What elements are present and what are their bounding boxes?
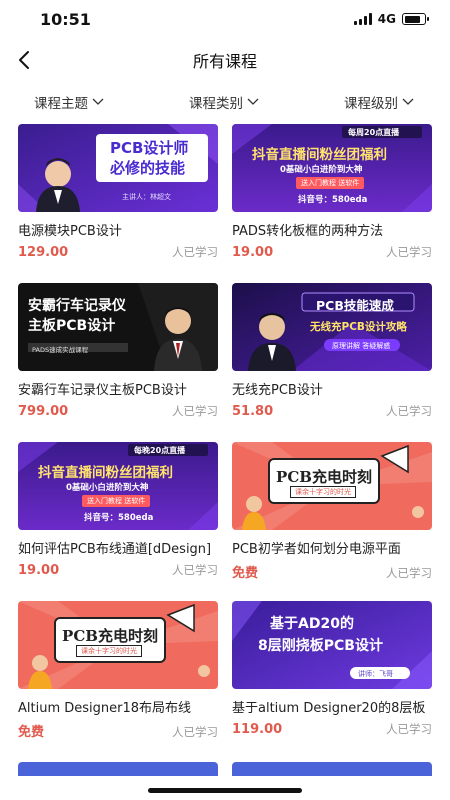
course-meta: 免费 人已学习 — [232, 562, 432, 581]
thumb-headline-2: 必修的技能 — [110, 159, 186, 177]
status-bar: 10:51 4G — [0, 0, 450, 40]
thumb-sub: 原理讲解 答疑解惑 — [332, 342, 391, 350]
course-thumbnail: PCB充电时刻 课余十字习的时光 — [18, 601, 218, 689]
course-meta: 119.00 人已学习 — [232, 721, 432, 737]
thumb-sub: 0基础小白进阶到大神 — [280, 165, 363, 175]
course-price: 19.00 — [232, 245, 274, 260]
course-price: 51.80 — [232, 404, 274, 419]
thumb-headline: PCB技能速成 — [316, 298, 394, 313]
course-meta: 799.00 人已学习 — [18, 403, 218, 419]
course-card[interactable]: 基于AD20的 8层刚挠板PCB设计 讲师：飞哥 基于altium Design… — [232, 601, 432, 760]
learner-count: 人已学习 — [172, 563, 218, 577]
learner-count: 人已学习 — [172, 725, 218, 739]
course-title: 安霸行车记录仪主板PCB设计 — [18, 383, 187, 398]
course-thumbnail: 安霸行车记录仪 主板PCB设计 PADS速成实战课程 — [18, 283, 218, 371]
nav-header: 所有课程 — [0, 40, 450, 80]
battery-level — [404, 15, 420, 23]
thumb-headline: 抖音直播间粉丝团福利 — [252, 147, 387, 163]
course-price: 129.00 — [18, 245, 69, 260]
page-title: 所有课程 — [192, 52, 257, 71]
filter-bar: 课程主题 课程类别 课程级别 — [0, 86, 450, 118]
thumb-sub: PADS速成实战课程 — [32, 346, 89, 354]
course-card[interactable]: 安霸行车记录仪 主板PCB设计 PADS速成实战课程 安霸行车记录仪主板PCB设… — [18, 283, 218, 442]
thumb-sub: 课余十字习的时光 — [290, 486, 356, 498]
course-meta: 129.00 人已学习 — [18, 244, 218, 260]
course-card[interactable]: PCB设计师 必修的技能 主讲人：林超文 电源模块PCB设计 129.00 人已… — [18, 124, 218, 283]
thumb-headline-2: 主板PCB设计 — [28, 318, 116, 334]
thumb-headline: PCB设计师 — [110, 139, 189, 157]
chevron-down-icon — [402, 98, 414, 105]
thumb-headline-2: 无线充PCB设计攻略 — [310, 321, 407, 333]
status-time: 10:51 — [40, 10, 91, 29]
battery-icon — [402, 13, 429, 25]
course-price: 799.00 — [18, 404, 69, 419]
thumb-presenter: 讲师：飞哥 — [358, 670, 393, 678]
course-thumbnail: PCB设计师 必修的技能 主讲人：林超文 — [18, 124, 218, 212]
course-price: 19.00 — [18, 563, 60, 578]
thumb-headline-2: 8层刚挠板PCB设计 — [258, 638, 383, 654]
thumb-presenter: 主讲人：林超文 — [122, 193, 171, 201]
thumb-pill: 送入门教程 送软件 — [296, 177, 365, 189]
course-grid: PCB设计师 必修的技能 主讲人：林超文 电源模块PCB设计 129.00 人已… — [18, 124, 434, 760]
thumb-sub: 课余十字习的时光 — [76, 645, 142, 657]
course-price: 119.00 — [232, 722, 283, 737]
filter-topic[interactable]: 课程主题 — [34, 86, 104, 118]
learner-count: 人已学习 — [172, 404, 218, 418]
filter-category[interactable]: 课程类别 — [189, 86, 259, 118]
course-thumbnail: 每周20点直播 抖音直播间粉丝团福利 0基础小白进阶到大神 送入门教程 送软件 … — [232, 124, 432, 212]
course-price: 免费 — [18, 725, 45, 740]
course-card[interactable]: 每周20点直播 抖音直播间粉丝团福利 0基础小白进阶到大神 送入门教程 送软件 … — [232, 124, 432, 283]
filter-label: 课程级别 — [344, 96, 398, 112]
thumb-headline: 基于AD20的 — [270, 616, 354, 632]
thumb-pill: 送入门教程 送软件 — [82, 495, 151, 507]
learner-count: 人已学习 — [386, 404, 432, 418]
course-meta: 19.00 人已学习 — [232, 244, 432, 260]
learner-count: 人已学习 — [386, 722, 432, 736]
filter-label: 课程类别 — [189, 96, 243, 112]
thumb-top-label: 每周20点直播 — [348, 128, 400, 137]
course-title: 如何评估PCB布线通道[dDesign] — [18, 542, 212, 557]
thumb-account: 抖音号：580eda — [84, 513, 154, 523]
filter-label: 课程主题 — [34, 96, 88, 112]
course-title: Altium Designer18布局布线 — [18, 701, 192, 716]
chevron-down-icon — [247, 98, 259, 105]
status-icons: 4G — [353, 12, 429, 26]
course-title: 基于altium Designer20的8层板 — [232, 701, 426, 716]
course-card[interactable]: PCB充电时刻 课余十字习的时光 Altium Designer18布局布线 免… — [18, 601, 218, 760]
course-card-peek[interactable] — [232, 762, 432, 776]
learner-count: 人已学习 — [172, 245, 218, 259]
course-thumbnail: PCB技能速成 无线充PCB设计攻略 原理讲解 答疑解惑 — [232, 283, 432, 371]
thumb-headline: 安霸行车记录仪 — [28, 298, 126, 314]
thumb-sub: 0基础小白进阶到大神 — [66, 483, 149, 493]
course-meta: 51.80 人已学习 — [232, 403, 432, 419]
course-thumbnail: 每晚20点直播 抖音直播间粉丝团福利 0基础小白进阶到大神 送入门教程 送软件 … — [18, 442, 218, 530]
course-title: 无线充PCB设计 — [232, 383, 323, 398]
course-meta: 免费 人已学习 — [18, 721, 218, 740]
course-title: PCB初学者如何划分电源平面 — [232, 542, 401, 557]
learner-count: 人已学习 — [386, 245, 432, 259]
thumb-top-label: 每晚20点直播 — [134, 446, 186, 455]
course-meta: 19.00 人已学习 — [18, 562, 218, 578]
course-card-peek[interactable] — [18, 762, 218, 776]
course-price: 免费 — [232, 566, 259, 581]
network-label: 4G — [377, 12, 396, 26]
signal-icon — [353, 13, 372, 25]
course-title: 电源模块PCB设计 — [18, 224, 122, 239]
filter-level[interactable]: 课程级别 — [344, 86, 414, 118]
thumb-account: 抖音号：580eda — [298, 195, 368, 205]
course-thumbnail: 基于AD20的 8层刚挠板PCB设计 讲师：飞哥 — [232, 601, 432, 689]
course-card[interactable]: 每晚20点直播 抖音直播间粉丝团福利 0基础小白进阶到大神 送入门教程 送软件 … — [18, 442, 218, 601]
course-card[interactable]: PCB充电时刻 课余十字习的时光 PCB初学者如何划分电源平面 免费 人已学习 — [232, 442, 432, 601]
course-thumbnail: PCB充电时刻 课余十字习的时光 — [232, 442, 432, 530]
home-indicator — [148, 788, 302, 793]
chevron-down-icon — [92, 98, 104, 105]
course-title: PADS转化板框的两种方法 — [232, 224, 384, 239]
thumb-headline: 抖音直播间粉丝团福利 — [38, 465, 173, 481]
course-card[interactable]: PCB技能速成 无线充PCB设计攻略 原理讲解 答疑解惑 无线充PCB设计 51… — [232, 283, 432, 442]
learner-count: 人已学习 — [386, 566, 432, 580]
